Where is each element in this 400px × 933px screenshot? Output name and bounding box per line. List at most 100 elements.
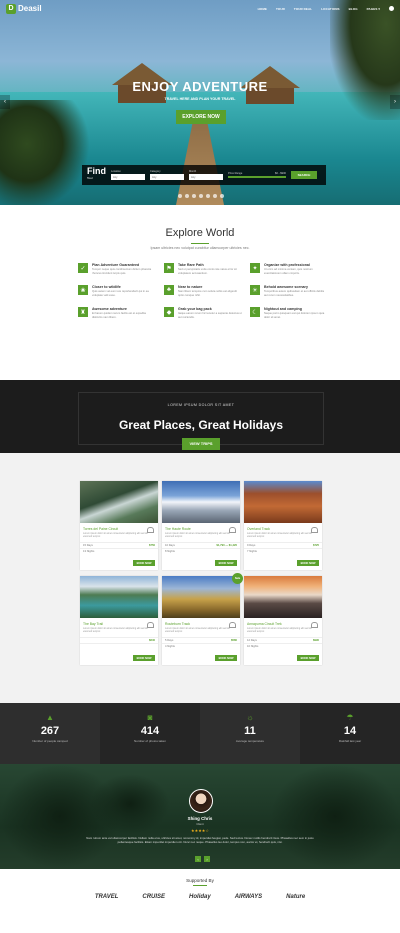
feature-text: Ut enim ad minima veniam, quis nostrum e… — [264, 268, 313, 275]
feature-item: ✦ Organize with professional Ut enim ad … — [250, 263, 328, 275]
month-field[interactable]: Month Any — [189, 170, 223, 180]
book-now-button[interactable]: BOOK NOW — [297, 655, 319, 661]
feature-icon: ♜ — [78, 307, 88, 318]
view-trips-button[interactable]: VIEW TRIPS — [182, 437, 220, 450]
banner-kicker: LOREM IPSUM DOLOR SIT AMET — [163, 403, 239, 407]
user-icon[interactable] — [389, 6, 394, 11]
feature-title: Near to nature — [178, 285, 203, 290]
sponsor-logo-holiday[interactable]: Holiday — [189, 894, 211, 900]
explore-now-button[interactable]: EXPLORE NOW — [176, 110, 226, 124]
trip-card[interactable]: Torres del Paine Circuit Lorem ipsum dol… — [80, 481, 158, 570]
feature-item: ♣ Near to nature Nam libero tempore cum … — [164, 285, 242, 297]
sponsors-section: Supported By TRAVEL CRUISE Holiday AIRWA… — [0, 869, 400, 933]
sponsor-logo-nature[interactable]: Nature — [286, 894, 305, 900]
trip-card[interactable]: Annapurna Circuit Trek Lorem ipsum dolor… — [244, 576, 322, 665]
book-now-button[interactable]: BOOK NOW — [215, 655, 237, 661]
trip-price: $990 — [313, 639, 319, 642]
map-icon — [311, 527, 318, 533]
stat-number: 14 — [343, 725, 357, 737]
banner-title: Great Places, Great Holidays — [118, 418, 284, 432]
testimonial-nav: ‹ › — [195, 856, 210, 862]
rating-stars: ★★★★☆ — [191, 828, 209, 833]
trip-desc: Lorem ipsum dolor sit amet consectetur a… — [165, 532, 230, 538]
stats-bar: ▲ 267 Number of people camped ◙ 414 Numbe… — [0, 703, 400, 764]
explore-title: Explore World — [165, 227, 235, 239]
nav-pages[interactable]: PAGES ▾ — [367, 7, 380, 11]
feature-title: Take Rare Path — [178, 263, 204, 267]
slider-next-arrow[interactable]: › — [390, 95, 400, 109]
trip-card[interactable]: The Haute Route Lorem ipsum dolor sit am… — [162, 481, 240, 570]
trip-desc: Lorem ipsum dolor sit amet consectetur a… — [83, 627, 148, 633]
trip-card[interactable]: The Bay Trail Lorem ipsum dolor sit amet… — [80, 576, 158, 665]
map-icon — [229, 622, 236, 628]
map-icon — [229, 527, 236, 533]
stat-number: 11 — [244, 725, 256, 737]
feature-title: Plan Adventure Guaranteed — [92, 263, 140, 267]
nav-blog[interactable]: BLOG — [349, 7, 358, 11]
trip-nights-row: 8 Nights — [162, 548, 240, 554]
stat-icon: ☂ — [346, 713, 354, 722]
feature-item: ◆ Grab your bag pack Itaque earum rerum … — [164, 307, 242, 319]
testimonial-name: Shing Chris — [187, 816, 213, 821]
nav-home[interactable]: HOME — [258, 7, 267, 11]
explore-subtitle: Ipsam ultricies nec volutpat curabitur u… — [150, 246, 250, 250]
feature-icon: ✦ — [250, 263, 260, 273]
feature-icon: ✓ — [78, 263, 88, 273]
testimonial-next-button[interactable]: › — [204, 856, 210, 862]
sponsor-logo-cruise[interactable]: CRUISE — [142, 894, 165, 900]
feature-icon: ♣ — [164, 285, 174, 296]
location-field[interactable]: Location Any — [111, 170, 145, 180]
stat-label: Number of people camped — [32, 739, 68, 743]
stat-item: ◙ 414 Number of photos taken — [100, 703, 200, 764]
sponsors-divider — [193, 885, 207, 886]
feature-item: ♜ Awesome adventure Et harum quidem reru… — [78, 307, 156, 319]
book-now-button[interactable]: BOOK NOW — [297, 560, 319, 566]
sponsor-logo-travel[interactable]: TRAVEL — [95, 894, 119, 900]
slider-dots[interactable] — [178, 194, 224, 198]
sponsors-title: Supported By — [186, 878, 214, 883]
search-button[interactable]: SEARCH — [291, 171, 317, 179]
trip-image[interactable] — [80, 576, 158, 618]
trip-nights-row: 10 Nights — [244, 643, 322, 649]
nav-tour-deal[interactable]: TOUR DEAL — [294, 7, 312, 11]
nav-locations[interactable]: LOCATIONS — [321, 7, 339, 11]
trip-image[interactable] — [244, 576, 322, 618]
feature-icon: ☀ — [250, 285, 260, 296]
book-now-button[interactable]: BOOK NOW — [133, 655, 155, 661]
book-now-button[interactable]: BOOK NOW — [215, 560, 237, 566]
feature-icon: ❀ — [78, 285, 88, 296]
feature-text: Nam libero tempore cum soluta nobis est … — [178, 290, 237, 297]
hero-section: ENJOY ADVENTURE TRAVEL HERE AND PLAN YOU… — [0, 0, 400, 205]
trip-image[interactable] — [162, 481, 240, 523]
feature-title: Behold awesome scenary — [264, 285, 308, 290]
trip-image[interactable] — [244, 481, 322, 523]
trip-price: $580 — [231, 639, 237, 642]
logo[interactable]: D Deasil — [6, 3, 42, 14]
sponsor-logo-airways[interactable]: AIRWAYS — [235, 894, 262, 900]
holidays-banner: LOREM IPSUM DOLOR SIT AMET Great Places,… — [0, 380, 400, 453]
map-icon — [147, 527, 154, 533]
testimonial-section: Shing Chris Client ★★★★☆ Nam rutrum ante… — [0, 764, 400, 869]
trip-nights-row: 7 Nights — [244, 548, 322, 554]
map-icon — [311, 622, 318, 628]
trip-card[interactable]: Sale Routeburn Track Lorem ipsum dolor s… — [162, 573, 243, 665]
testimonial-prev-button[interactable]: ‹ — [195, 856, 201, 862]
testimonial-text: Nam rutrum ante vel ullamcorper facilisi… — [86, 836, 314, 844]
feature-icon: ⚑ — [164, 263, 174, 273]
slider-prev-arrow[interactable]: ‹ — [0, 95, 10, 109]
stat-item: ☂ 14 Rainfall last year — [300, 703, 400, 764]
trip-nights-row: 4 Nights — [162, 643, 240, 649]
sponsor-logos: TRAVEL CRUISE Holiday AIRWAYS Nature — [0, 894, 400, 900]
feature-text: Et harum quidem rerum facilis est et exp… — [92, 312, 146, 319]
stat-label: Rainfall last year — [338, 739, 362, 743]
nav-tour[interactable]: TOUR — [276, 7, 285, 11]
trip-image[interactable] — [162, 576, 240, 618]
hero-subtitle: TRAVEL HERE AND PLAN YOUR TRAVEL — [164, 97, 236, 101]
category-field[interactable]: Category Any — [150, 170, 184, 180]
trip-card[interactable]: Overland Track Lorem ipsum dolor sit ame… — [244, 481, 322, 570]
feature-text: Sed ut perspiciatis unde omnis iste natu… — [178, 268, 237, 275]
stat-icon: ☼ — [246, 713, 254, 722]
book-now-button[interactable]: BOOK NOW — [133, 560, 155, 566]
price-range-slider[interactable]: Price Range $0 - $900 — [228, 172, 286, 178]
trip-image[interactable] — [80, 481, 158, 523]
